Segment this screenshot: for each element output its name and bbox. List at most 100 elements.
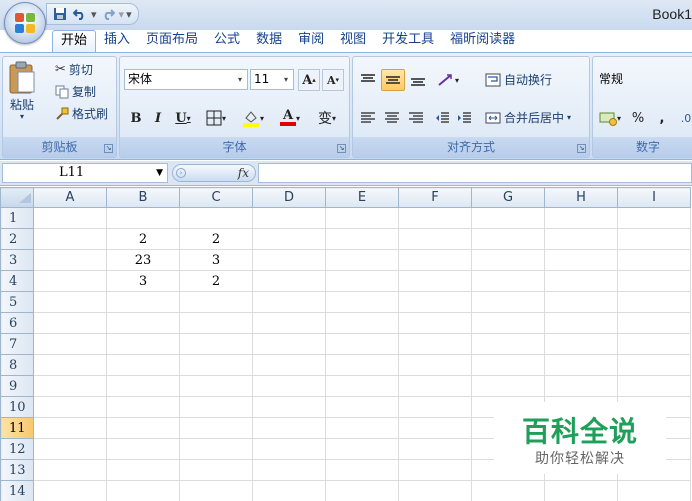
office-button[interactable] (4, 2, 46, 44)
cell-a11[interactable] (33, 417, 107, 439)
cell-e9[interactable] (325, 375, 399, 397)
row-header[interactable]: 7 (0, 333, 34, 355)
cell-a3[interactable] (33, 249, 107, 271)
cell-h3[interactable] (544, 249, 618, 271)
cell-g4[interactable] (471, 270, 545, 292)
tab-review[interactable]: 审阅 (290, 30, 332, 52)
merge-center-button[interactable]: 合并后居中 ▾ (485, 109, 571, 126)
font-name-select[interactable]: 宋体 ▾ (124, 69, 248, 90)
cell-g9[interactable] (471, 375, 545, 397)
cell-f3[interactable] (398, 249, 472, 271)
tab-foxit-reader[interactable]: 福昕阅读器 (442, 30, 523, 52)
cell-b12[interactable] (106, 438, 180, 460)
cell-e11[interactable] (325, 417, 399, 439)
cell-d2[interactable] (252, 228, 326, 250)
cell-i14[interactable] (617, 480, 691, 501)
cell-f13[interactable] (398, 459, 472, 481)
cell-i5[interactable] (617, 291, 691, 313)
cell-h2[interactable] (544, 228, 618, 250)
cell-d14[interactable] (252, 480, 326, 501)
cell-e5[interactable] (325, 291, 399, 313)
redo-dropdown-icon[interactable]: ▾ (119, 8, 125, 21)
cell-e8[interactable] (325, 354, 399, 376)
tab-insert[interactable]: 插入 (96, 30, 138, 52)
undo-icon[interactable] (71, 6, 89, 22)
cell-g2[interactable] (471, 228, 545, 250)
cell-e1[interactable] (325, 207, 399, 229)
insert-function-button[interactable]: fx (238, 165, 249, 182)
bold-button[interactable]: B (126, 107, 146, 129)
cell-i2[interactable] (617, 228, 691, 250)
grow-font-button[interactable]: A ▴ (298, 69, 320, 91)
cell-c8[interactable] (179, 354, 253, 376)
tab-data[interactable]: 数据 (248, 30, 290, 52)
cell-e2[interactable] (325, 228, 399, 250)
row-header[interactable]: 4 (0, 270, 34, 292)
cell-d10[interactable] (252, 396, 326, 418)
row-header[interactable]: 12 (0, 438, 34, 460)
cell-b8[interactable] (106, 354, 180, 376)
align-top-button[interactable] (357, 69, 379, 91)
cell-a9[interactable] (33, 375, 107, 397)
number-format-select[interactable]: 常规 (595, 69, 692, 90)
select-all-button[interactable] (0, 187, 34, 208)
cell-e14[interactable] (325, 480, 399, 501)
decrease-indent-button[interactable] (431, 107, 453, 129)
cell-f8[interactable] (398, 354, 472, 376)
cell-h4[interactable] (544, 270, 618, 292)
formula-input[interactable] (258, 163, 692, 183)
merge-dropdown-icon[interactable]: ▾ (567, 113, 571, 122)
borders-button[interactable]: ▾ (200, 107, 232, 129)
cell-h14[interactable] (544, 480, 618, 501)
cell-f9[interactable] (398, 375, 472, 397)
cell-a10[interactable] (33, 396, 107, 418)
cell-d13[interactable] (252, 459, 326, 481)
row-header[interactable]: 11 (0, 417, 34, 439)
font-dialog-launcher-icon[interactable]: ↘ (337, 144, 346, 153)
column-header-f[interactable]: F (398, 187, 472, 208)
accounting-format-button[interactable]: ▾ (595, 107, 625, 129)
cell-c14[interactable] (179, 480, 253, 501)
column-header-e[interactable]: E (325, 187, 399, 208)
cell-b10[interactable] (106, 396, 180, 418)
fill-color-button[interactable]: ▾ (236, 107, 270, 129)
cell-c5[interactable] (179, 291, 253, 313)
cell-g7[interactable] (471, 333, 545, 355)
align-bottom-button[interactable] (407, 69, 429, 91)
comma-style-button[interactable]: , (651, 107, 673, 129)
cell-h7[interactable] (544, 333, 618, 355)
tab-formulas[interactable]: 公式 (206, 30, 248, 52)
cell-b7[interactable] (106, 333, 180, 355)
increase-decimal-button[interactable]: .0 (675, 107, 692, 129)
cell-g5[interactable] (471, 291, 545, 313)
expand-icon[interactable]: › (176, 168, 186, 178)
column-header-c[interactable]: C (179, 187, 253, 208)
cell-c6[interactable] (179, 312, 253, 334)
cell-h9[interactable] (544, 375, 618, 397)
cell-i7[interactable] (617, 333, 691, 355)
column-header-a[interactable]: A (33, 187, 107, 208)
cell-b6[interactable] (106, 312, 180, 334)
cell-f12[interactable] (398, 438, 472, 460)
cell-a7[interactable] (33, 333, 107, 355)
cell-e12[interactable] (325, 438, 399, 460)
cell-a14[interactable] (33, 480, 107, 501)
font-color-button[interactable]: A ▾ (274, 107, 306, 129)
column-header-b[interactable]: B (106, 187, 180, 208)
cell-c1[interactable] (179, 207, 253, 229)
cell-d3[interactable] (252, 249, 326, 271)
cell-g8[interactable] (471, 354, 545, 376)
tab-view[interactable]: 视图 (332, 30, 374, 52)
chevron-down-icon[interactable]: ▼ (156, 164, 163, 182)
cell-a6[interactable] (33, 312, 107, 334)
phonetic-button[interactable]: 变 ▾ (310, 107, 344, 129)
row-header[interactable]: 5 (0, 291, 34, 313)
cell-g3[interactable] (471, 249, 545, 271)
row-header[interactable]: 10 (0, 396, 34, 418)
save-icon[interactable] (51, 6, 69, 22)
cell-d12[interactable] (252, 438, 326, 460)
paste-button[interactable]: 粘贴 ▾ (7, 61, 37, 121)
underline-button[interactable]: U ▾ (170, 107, 196, 129)
cell-c10[interactable] (179, 396, 253, 418)
cell-f10[interactable] (398, 396, 472, 418)
